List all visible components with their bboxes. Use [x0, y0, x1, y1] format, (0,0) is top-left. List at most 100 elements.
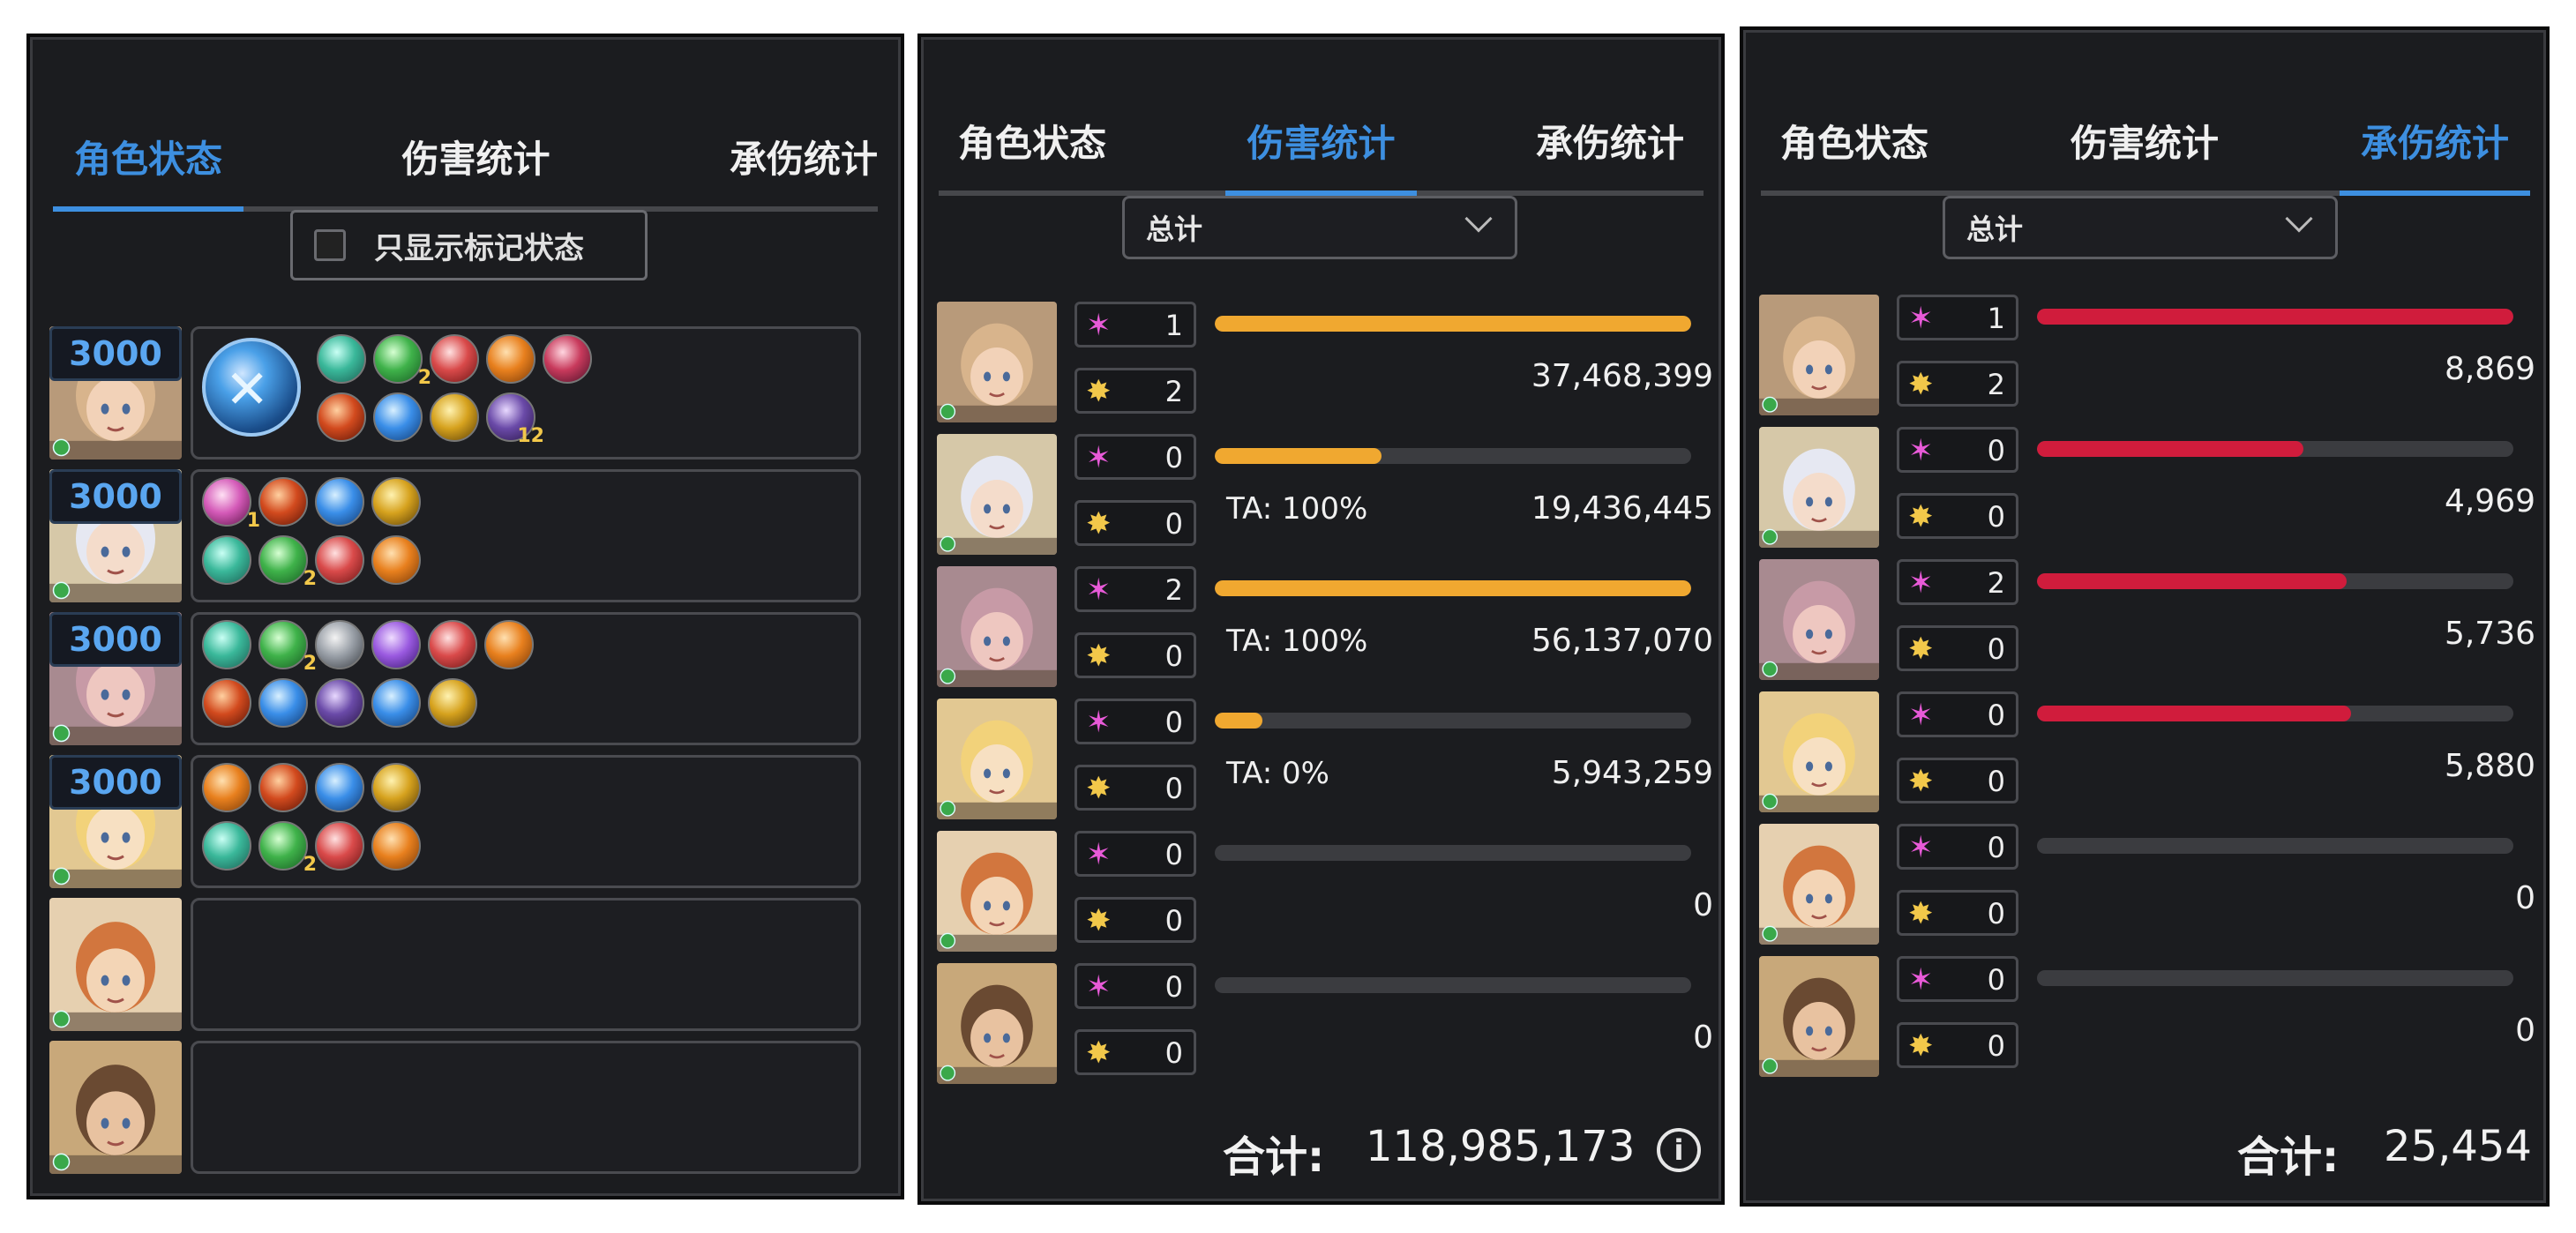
- status-effect-icon[interactable]: [315, 535, 364, 585]
- ougi-count: 0: [1987, 831, 2005, 864]
- tab-damage-stats[interactable]: 伤害统计: [1225, 114, 1417, 196]
- ougi-count: 0: [1987, 699, 2005, 732]
- status-effects-box: 2: [191, 755, 861, 888]
- status-effect-icon[interactable]: [371, 678, 421, 728]
- status-effect-icon[interactable]: [430, 392, 479, 442]
- charge-attack-icon: ✸: [1908, 367, 1934, 402]
- ca-count: 0: [1164, 772, 1183, 805]
- status-effect-icon[interactable]: [428, 678, 477, 728]
- status-effect-icon[interactable]: 2: [373, 334, 431, 389]
- stat-row: ✶ 0 ✸ 0 0: [1759, 956, 2535, 1089]
- stat-value: 4,969: [2444, 483, 2535, 519]
- character-portrait[interactable]: [1759, 691, 1879, 812]
- character-portrait[interactable]: [49, 898, 182, 1031]
- tab-damage-stats[interactable]: 伤害统计: [401, 130, 550, 206]
- stat-row: ✶ 0 ✸ 0 TA: 0% 5,943,259: [937, 699, 1713, 832]
- ougi-count: 0: [1164, 706, 1183, 739]
- tab-character-status[interactable]: 角色状态: [52, 130, 244, 212]
- status-effect-icon[interactable]: [315, 763, 364, 812]
- ougi-count-badge: ✶ 0: [1897, 824, 2018, 870]
- status-effect-icon[interactable]: [202, 821, 251, 871]
- ca-count: 2: [1164, 375, 1183, 408]
- character-portrait[interactable]: [1759, 295, 1879, 415]
- status-effect-icon[interactable]: [484, 620, 534, 669]
- stat-row: ✶ 0 ✸ 0 0: [1759, 824, 2535, 957]
- character-portrait[interactable]: [1759, 824, 1879, 945]
- character-portrait[interactable]: [1759, 427, 1879, 548]
- tab-damage-taken-stats[interactable]: 承伤统计: [730, 130, 878, 206]
- stat-range-dropdown[interactable]: 总计: [1943, 196, 2338, 259]
- character-portrait[interactable]: [937, 302, 1057, 422]
- ca-count-badge: ✸ 2: [1075, 368, 1196, 414]
- character-portrait[interactable]: [937, 566, 1057, 687]
- ougi-count: 1: [1987, 302, 2005, 335]
- status-effect-icon[interactable]: [258, 477, 308, 527]
- status-effect-icon[interactable]: [371, 535, 421, 585]
- marked-status-checkbox[interactable]: [314, 229, 346, 261]
- character-portrait[interactable]: [937, 831, 1057, 952]
- ougi-icon: ✶: [1908, 962, 1934, 998]
- status-effect-icon[interactable]: [317, 334, 366, 384]
- marked-status-filter[interactable]: 只显示标记状态: [290, 210, 648, 280]
- status-effect-icon[interactable]: [428, 620, 477, 669]
- character-portrait[interactable]: [1759, 956, 1879, 1077]
- status-effect-icon[interactable]: [202, 763, 251, 812]
- status-effect-icon[interactable]: [317, 392, 366, 442]
- status-effect-icon[interactable]: [371, 477, 421, 527]
- status-effect-icon[interactable]: 12: [486, 392, 544, 447]
- status-effect-icon[interactable]: [258, 678, 308, 728]
- stat-row: ✶ 2 ✸ 0 TA: 100% 56,137,070: [937, 566, 1713, 699]
- status-stack-count: 2: [417, 367, 431, 389]
- status-effect-icon[interactable]: [543, 334, 592, 384]
- tab-damage-stats[interactable]: 伤害统计: [2071, 114, 2219, 191]
- status-effect-icon[interactable]: [486, 334, 535, 384]
- character-portrait[interactable]: [937, 699, 1057, 819]
- character-portrait[interactable]: [937, 963, 1057, 1084]
- stat-range-value: 总计: [1146, 213, 1203, 246]
- status-effect-icon[interactable]: [371, 620, 421, 669]
- total-value: 118,985,173: [1366, 1122, 1636, 1171]
- stat-bar: [1215, 448, 1691, 464]
- status-effect-icon[interactable]: [315, 477, 364, 527]
- status-effect-icon[interactable]: [315, 678, 364, 728]
- status-effect-icon[interactable]: [371, 821, 421, 871]
- character-portrait[interactable]: [49, 1041, 182, 1174]
- status-effect-icon[interactable]: [315, 620, 364, 669]
- info-icon[interactable]: i: [1657, 1128, 1701, 1172]
- stat-row: ✶ 0 ✸ 0 TA: 100% 19,436,445: [937, 434, 1713, 567]
- status-effect-icon[interactable]: [202, 678, 251, 728]
- chevron-down-icon: [2285, 205, 2313, 233]
- triple-attack-rate: TA: 0%: [1226, 756, 1329, 791]
- sword-skill-icon[interactable]: ✕: [202, 338, 301, 437]
- stat-bar: [1215, 580, 1691, 596]
- tab-character-status[interactable]: 角色状态: [958, 114, 1106, 191]
- ougi-count: 2: [1987, 566, 2005, 600]
- ca-count: 0: [1164, 507, 1183, 541]
- status-effect-icon[interactable]: 1: [202, 477, 260, 532]
- status-effect-icon[interactable]: [202, 620, 251, 669]
- ougi-count: 0: [1987, 963, 2005, 997]
- status-effect-icon[interactable]: [430, 334, 479, 384]
- stat-row: ✶ 0 ✸ 0 0: [937, 831, 1713, 964]
- tab-bar: 角色状态 伤害统计 承伤统计: [939, 83, 1704, 196]
- ougi-icon: ✶: [1908, 698, 1934, 733]
- ougi-icon: ✶: [1086, 969, 1112, 1005]
- status-effect-icon[interactable]: 2: [258, 821, 317, 876]
- status-effect-icon[interactable]: [258, 763, 308, 812]
- stat-bar: [1215, 316, 1691, 332]
- status-effect-icon[interactable]: [202, 535, 251, 585]
- tab-character-status[interactable]: 角色状态: [1780, 114, 1928, 191]
- total-label: 合计:: [2237, 1132, 2340, 1182]
- tab-damage-taken-stats[interactable]: 承伤统计: [1536, 114, 1684, 191]
- character-portrait[interactable]: [1759, 559, 1879, 680]
- stat-range-dropdown[interactable]: 总计: [1122, 196, 1517, 259]
- status-effect-icon[interactable]: [315, 821, 364, 871]
- hp-value: 3000: [49, 469, 182, 524]
- status-effect-icon[interactable]: [371, 763, 421, 812]
- tab-damage-taken-stats[interactable]: 承伤统计: [2339, 114, 2531, 196]
- character-portrait[interactable]: [937, 434, 1057, 555]
- status-effect-icon[interactable]: [373, 392, 423, 442]
- status-effect-icon[interactable]: 2: [258, 535, 317, 590]
- status-effect-icon[interactable]: 2: [258, 620, 317, 675]
- status-effects-box: 12: [191, 469, 861, 602]
